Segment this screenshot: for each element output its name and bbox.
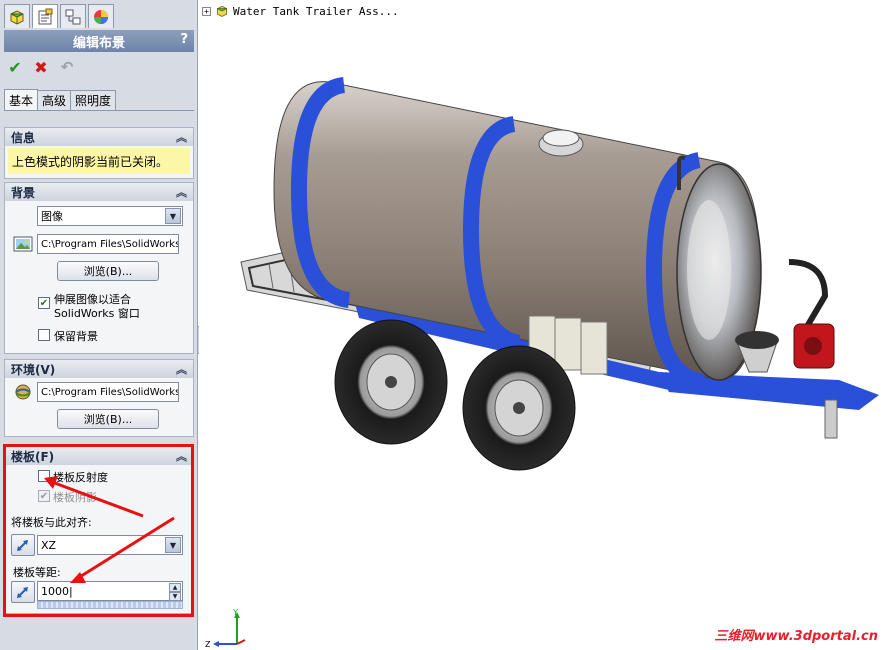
feature-tree-root[interactable]: + Water Tank Trailer Ass... [202,4,399,18]
direction-arrow-icon [17,540,28,551]
undo-button[interactable]: ↶ [58,58,76,76]
assembly-icon [216,5,228,17]
featuremanager-icon [10,9,24,25]
floor-align-label: 将楼板与此对齐: [11,516,92,529]
collapse-icon[interactable]: ︽ [176,129,187,145]
stretch-image-label-line2: SolidWorks 窗口 [54,307,140,320]
environment-group-header[interactable]: 环境(V) ︽ [5,360,193,378]
environment-group: 环境(V) ︽ C:\Program Files\SolidWorks 浏览(B… [4,359,194,437]
tab-divider [4,110,194,111]
environment-group-title: 环境(V) [11,362,56,377]
triad-z-label: Z [205,640,211,649]
cancel-button[interactable]: ✖ [32,58,50,77]
info-message: 上色模式的阴影当前已关闭。 [8,148,190,174]
propertymanager-tab[interactable] [32,4,58,28]
direction-arrow-icon [17,587,28,598]
background-type-select[interactable]: 图像 ▼ [37,206,183,226]
watermark: 三维网www.3dportal.cn [714,629,878,644]
floor-offset-value: 1000 [41,584,69,598]
background-group: 背景 ︽ 图像 ▼ C:\Program Files\SolidWorks 浏览… [4,182,194,354]
graphics-area[interactable]: + Water Tank Trailer Ass... Y Z 三维网www.3… [199,0,896,650]
floor-group-header[interactable]: 楼板(F) ︽ [5,447,193,465]
solidworks-window: 编辑布景 ? ✔ ✖ ↶ 基本 高级 照明度 信息 ︽ 上色模式的阴影当前已关闭… [0,0,896,650]
offset-spinner[interactable]: ▲ ▼ [169,583,181,601]
floor-align-select[interactable]: XZ ▼ [37,535,183,555]
image-icon [13,236,33,252]
displaymanager-icon [94,9,108,24]
assembly-name: Water Tank Trailer Ass... [233,4,399,18]
floor-group: 楼板(F) ︽ 楼板反射度 ✔ 楼板阴影 将楼板与此对齐: XZ ▼ 楼板等距: [4,446,194,614]
environment-icon [15,384,31,400]
background-path-field[interactable]: C:\Program Files\SolidWorks [37,234,179,254]
floor-reflectivity-label: 楼板反射度 [53,471,108,484]
spin-down-icon[interactable]: ▼ [169,592,181,601]
panel-title: 编辑布景 [72,35,125,51]
background-type-value: 图像 [41,210,63,223]
tab-illumination[interactable]: 照明度 [70,90,117,110]
tab-advanced[interactable]: 高级 [37,90,72,110]
manager-tabs [4,4,114,28]
info-group-header[interactable]: 信息 ︽ [5,128,193,146]
spin-up-icon[interactable]: ▲ [169,583,181,592]
floor-group-title: 楼板(F) [11,449,55,464]
panel-title-bar: 编辑布景 ? [4,30,194,52]
collapse-icon[interactable]: ︽ [176,361,187,377]
chevron-down-icon[interactable]: ▼ [165,537,181,553]
coordinate-triad: Y Z [205,608,246,649]
background-group-header[interactable]: 背景 ︽ [5,183,193,201]
background-browse-button[interactable]: 浏览(B)... [57,261,159,281]
ok-button[interactable]: ✔ [6,58,24,77]
displaymanager-tab[interactable] [88,4,114,28]
property-manager-panel: 编辑布景 ? ✔ ✖ ↶ 基本 高级 照明度 信息 ︽ 上色模式的阴影当前已关闭… [0,0,198,650]
floor-offset-input[interactable]: 1000 | ▲ ▼ [37,581,183,601]
property-tabs: 基本 高级 照明度 [4,89,117,110]
floor-shadows-checkbox[interactable]: ✔ [38,490,50,502]
environment-browse-button[interactable]: 浏览(B)... [57,409,159,429]
configurationmanager-tab[interactable] [60,4,86,28]
keep-background-checkbox[interactable] [38,329,50,341]
floor-reflectivity-checkbox[interactable] [38,470,50,482]
background-group-title: 背景 [11,185,36,200]
floor-shadows-label: 楼板阴影 [53,491,97,504]
floor-offset-label: 楼板等距: [13,566,61,579]
floor-align-direction-button[interactable] [11,534,35,556]
triad-y-label: Y [232,608,238,617]
expand-icon[interactable]: + [202,6,211,16]
help-button[interactable]: ? [180,32,188,47]
info-group: 信息 ︽ 上色模式的阴影当前已关闭。 [4,127,194,179]
floor-align-value: XZ [41,538,57,552]
trailer-model-view [240,77,879,471]
collapse-icon[interactable]: ︽ [176,184,187,200]
propertymanager-icon [38,8,53,24]
info-group-title: 信息 [11,130,36,145]
collapse-icon[interactable]: ︽ [176,448,187,464]
floor-offset-direction-button[interactable] [11,581,35,603]
environment-path-field[interactable]: C:\Program Files\SolidWorks [37,382,179,402]
configurationmanager-icon [65,9,81,24]
keep-background-label: 保留背景 [54,330,98,343]
stretch-image-checkbox[interactable]: ✔ [38,297,50,309]
featuremanager-tab[interactable] [4,4,30,28]
tab-basic[interactable]: 基本 [4,89,39,110]
chevron-down-icon[interactable]: ▼ [165,208,181,224]
action-buttons: ✔ ✖ ↶ [6,57,76,77]
floor-offset-slider[interactable] [37,601,183,609]
